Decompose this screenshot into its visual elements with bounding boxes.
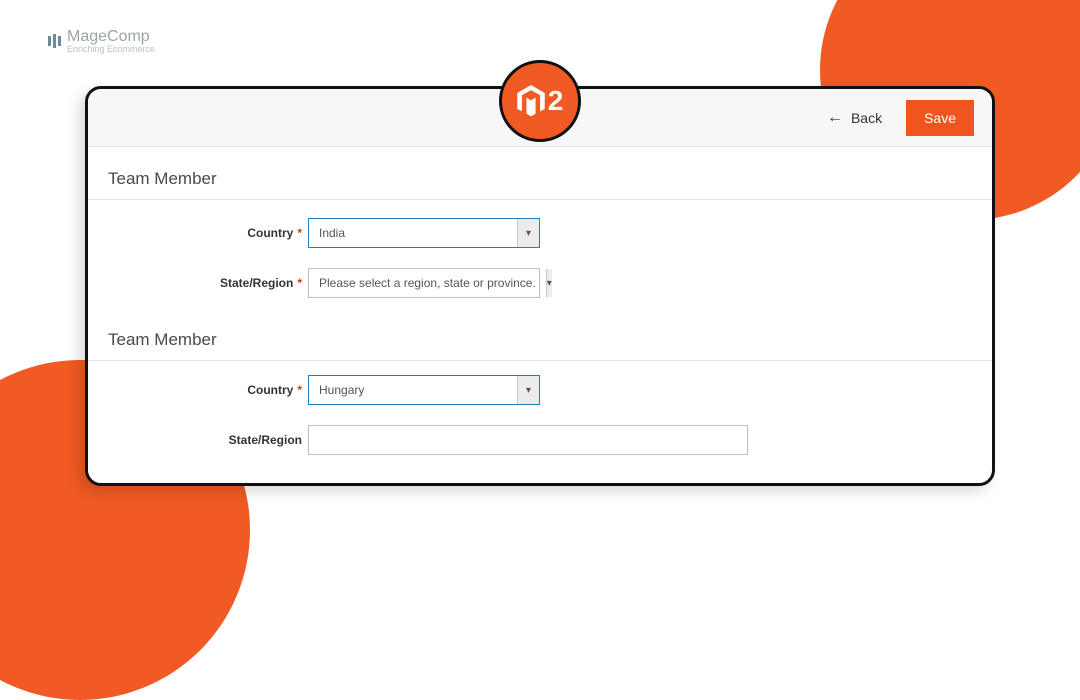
state-label-2: State/Region [108,433,308,447]
badge-label: 2 [548,85,564,117]
country-select-1[interactable]: India ▾ [308,218,540,248]
country-value-2: Hungary [309,383,517,397]
state-input-2[interactable] [308,425,748,455]
state-value-1: Please select a region, state or provinc… [309,276,546,290]
magento-icon [517,85,545,117]
state-select-1[interactable]: Please select a region, state or provinc… [308,268,540,298]
country-label-2: Country* [108,383,308,397]
save-button[interactable]: Save [906,100,974,136]
logo-bars-icon [48,34,61,48]
country-label-1: Country* [108,226,308,240]
brand-tagline: Enriching Ecommerce [67,44,155,54]
back-label: Back [851,110,882,126]
chevron-down-icon: ▾ [546,269,552,297]
section-title-1: Team Member [88,147,992,200]
magento-2-badge: 2 [499,60,581,142]
admin-panel: ← Back Save Team Member Country* India ▾… [85,86,995,486]
chevron-down-icon: ▾ [517,376,539,404]
country-select-2[interactable]: Hungary ▾ [308,375,540,405]
back-button[interactable]: ← Back [817,101,892,135]
state-label-1: State/Region* [108,276,308,290]
brand-logo: MageComp Enriching Ecommerce [48,28,155,54]
arrow-left-icon: ← [827,109,843,127]
save-label: Save [924,110,956,126]
country-value-1: India [309,226,517,240]
chevron-down-icon: ▾ [517,219,539,247]
section-title-2: Team Member [88,308,992,361]
